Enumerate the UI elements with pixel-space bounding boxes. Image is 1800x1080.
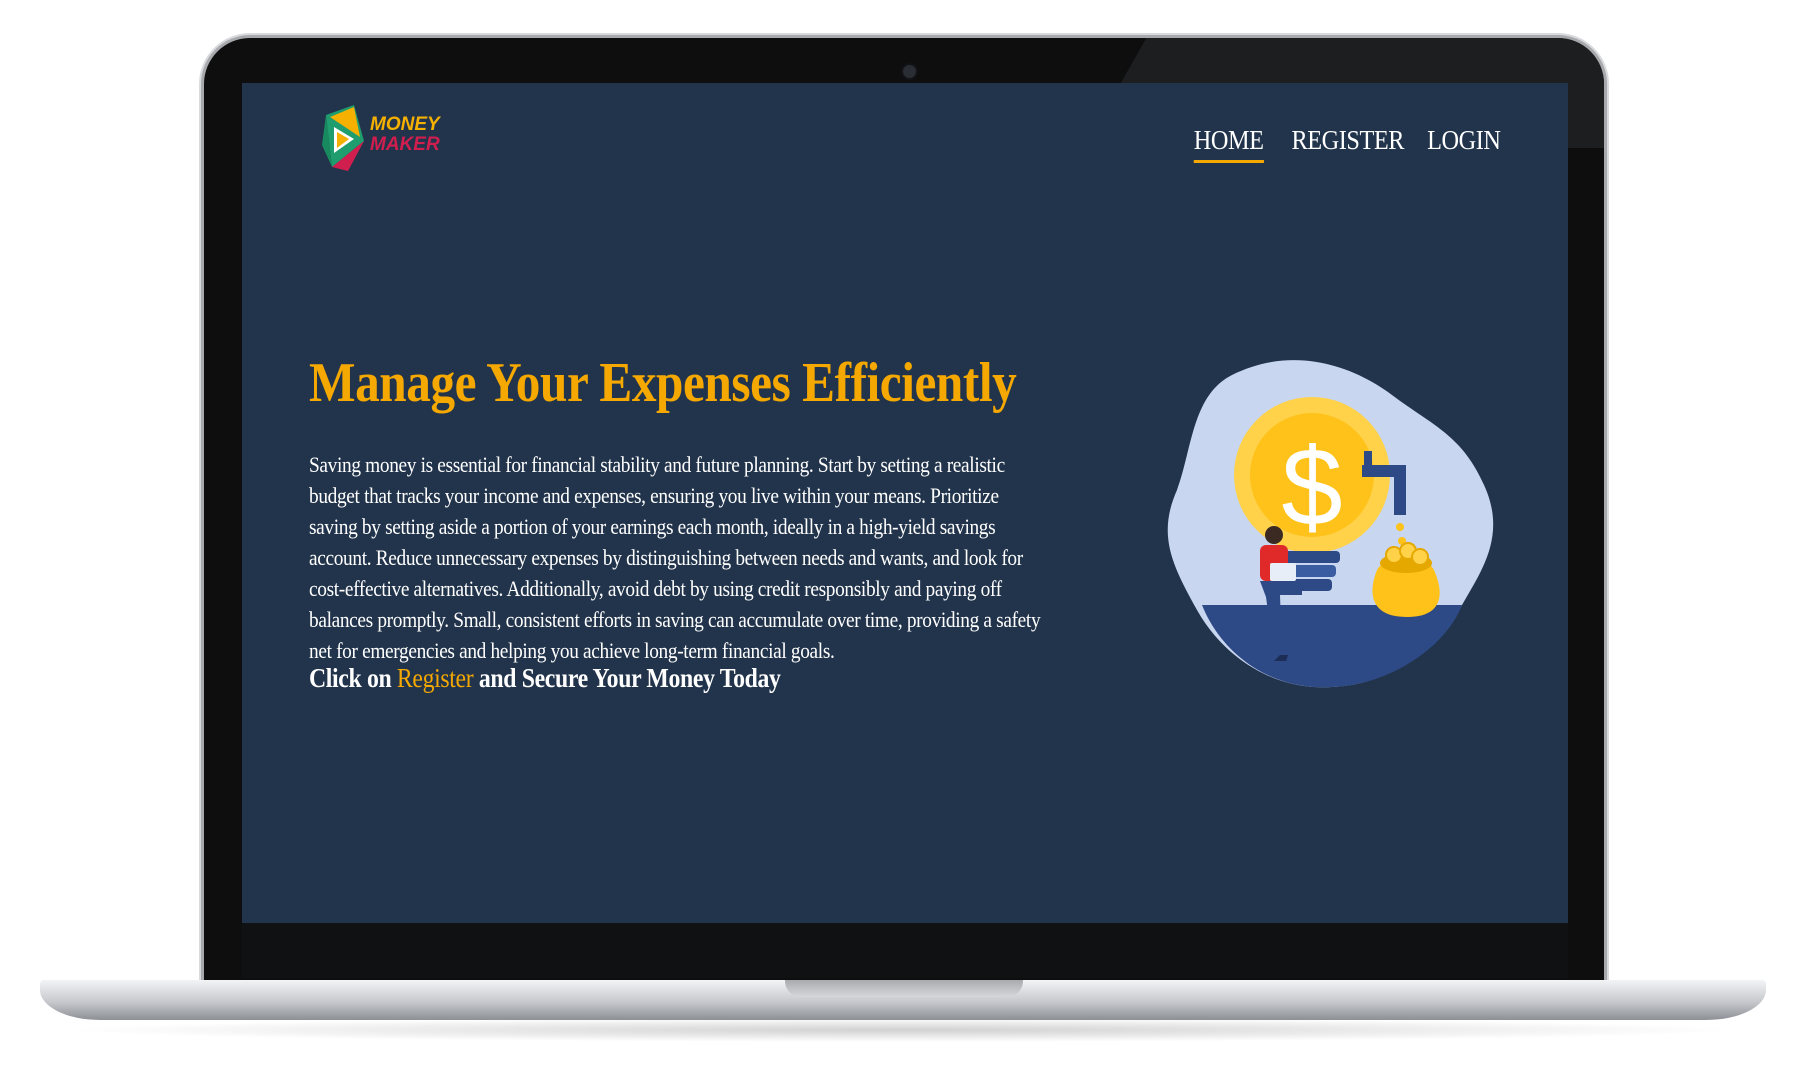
laptop-base-notch (785, 980, 1023, 997)
cta-prefix: Click on (309, 663, 397, 693)
nav-register-link[interactable]: REGISTER (1291, 125, 1404, 163)
website-screen: MONEY MAKER HOME REGISTER LOGIN Manage Y… (242, 83, 1568, 923)
nav-login-link[interactable]: LOGIN (1427, 125, 1501, 163)
logo-text: MONEY MAKER (370, 115, 440, 155)
logo-word-maker: MAKER (370, 134, 440, 155)
brand-logo[interactable]: MONEY MAKER (320, 101, 440, 177)
webcam-icon (901, 63, 918, 80)
logo-word-money: MONEY (370, 114, 440, 135)
hero-title: Manage Your Expenses Efficiently (309, 352, 1017, 414)
cta-suffix: and Secure Your Money Today (473, 663, 781, 693)
screen-bezel-bottom (242, 922, 1568, 978)
laptop-shadow (60, 1018, 1746, 1042)
nav-home-link[interactable]: HOME (1193, 125, 1264, 163)
hero-description: Saving money is essential for financial … (309, 452, 1041, 663)
main-nav: HOME REGISTER LOGIN (1186, 125, 1500, 163)
money-lightbulb-illustration-icon: $ (1167, 360, 1494, 688)
logo-mark-icon (322, 105, 364, 171)
svg-text:$: $ (1281, 426, 1342, 549)
hero-call-to-action: Click on Register and Secure Your Money … (309, 663, 781, 694)
cta-register-link[interactable]: Register (397, 663, 474, 693)
